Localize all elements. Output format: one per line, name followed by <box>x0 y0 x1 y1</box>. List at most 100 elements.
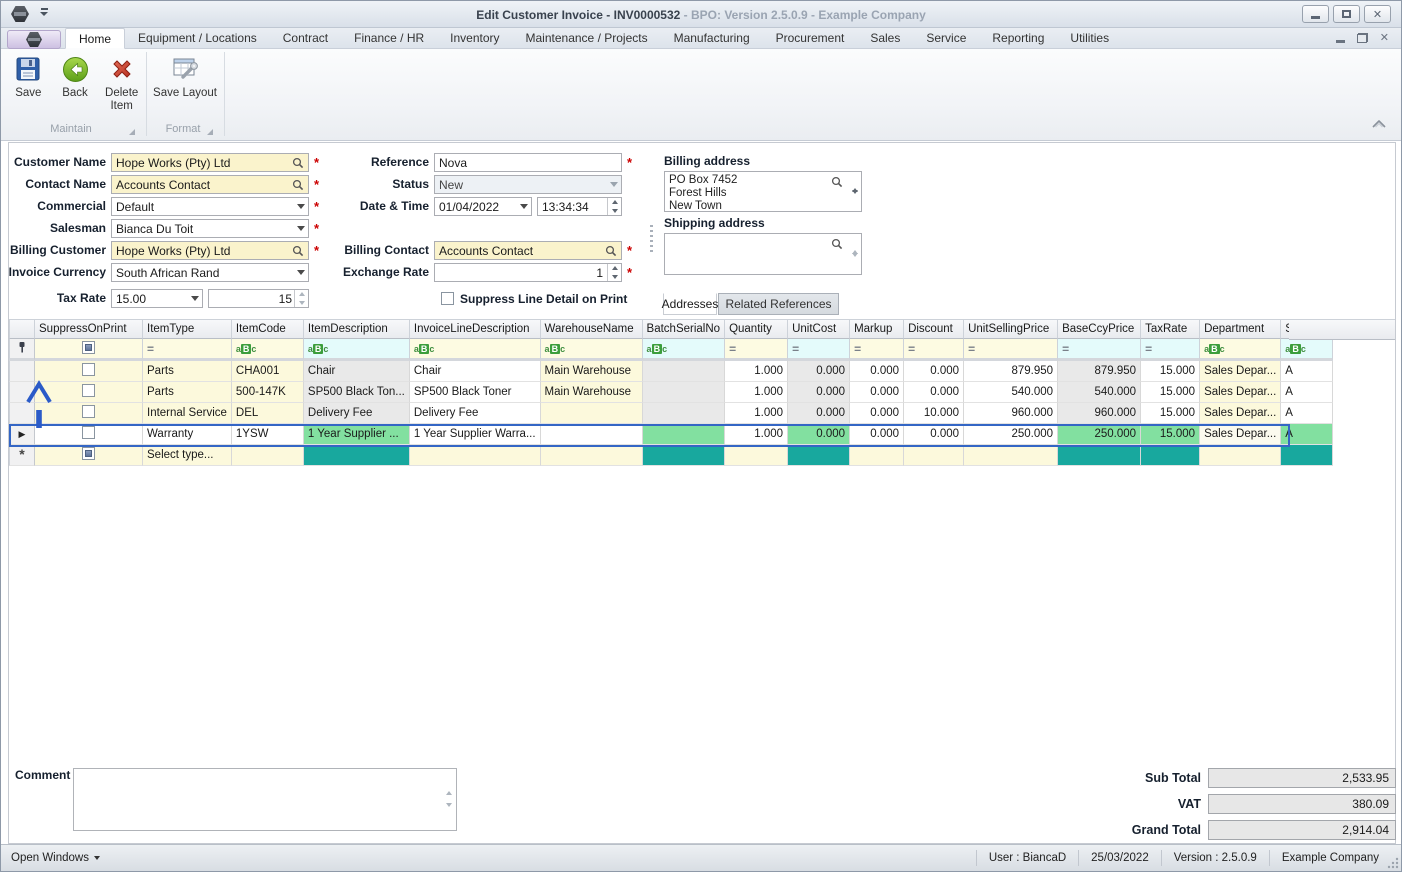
scroll-up-icon[interactable] <box>852 238 858 254</box>
suppress-checkbox-cell[interactable] <box>35 382 143 403</box>
cell-taxrate[interactable]: 15.000 <box>1141 382 1201 403</box>
exchange-rate-spinner[interactable]: 1 <box>434 263 622 282</box>
chevron-down-icon[interactable] <box>187 290 202 307</box>
cell-unitsellingprice[interactable]: 960.000 <box>964 403 1059 424</box>
search-icon[interactable] <box>603 243 619 258</box>
cell-itemcode[interactable]: 1YSW <box>231 424 304 445</box>
filter-itemtype[interactable]: = <box>143 339 232 361</box>
form-splitter-handle[interactable] <box>650 225 653 253</box>
scroll-down-icon[interactable] <box>852 253 858 270</box>
cell-baseccyprice[interactable]: 540.000 <box>1058 382 1142 403</box>
filter-taxrate[interactable]: = <box>1141 339 1201 361</box>
back-button[interactable]: Back <box>54 52 97 116</box>
cell-batchserialno[interactable] <box>642 361 726 382</box>
filter-batchserialno[interactable]: aBc <box>642 339 726 361</box>
spinner-arrows-icon[interactable] <box>294 290 308 307</box>
customer-name-field[interactable]: Hope Works (Pty) Ltd <box>111 153 309 172</box>
cell-itemdescription[interactable] <box>303 445 410 466</box>
chevron-down-icon[interactable] <box>516 198 531 215</box>
maintain-dialog-launcher-icon[interactable] <box>129 129 135 135</box>
search-icon[interactable] <box>829 235 845 253</box>
comment-textarea[interactable] <box>73 768 457 831</box>
filter-suppressonprint[interactable] <box>35 339 143 361</box>
cell-unitcost[interactable]: 0.000 <box>788 403 851 424</box>
shipping-address-box[interactable] <box>664 233 862 275</box>
cell-itemcode[interactable]: DEL <box>231 403 304 424</box>
time-spinner[interactable]: 13:34:34 <box>537 197 622 216</box>
save-layout-button[interactable]: Save Layout <box>153 52 217 116</box>
tax-rate-amount-spinner[interactable]: 15 <box>208 289 309 308</box>
application-button[interactable] <box>7 30 61 49</box>
minimize-button[interactable] <box>1302 5 1329 23</box>
cell-taxrate[interactable]: 15.000 <box>1141 361 1201 382</box>
spinner-arrows-icon[interactable] <box>607 198 621 215</box>
maximize-button[interactable] <box>1333 5 1360 23</box>
cell-discount[interactable]: 0.000 <box>904 361 965 382</box>
tab-reporting[interactable]: Reporting <box>979 28 1057 49</box>
salesman-dropdown[interactable]: Bianca Du Toit <box>111 219 309 238</box>
cell-status[interactable]: A <box>1281 403 1334 424</box>
tab-maintenance-projects[interactable]: Maintenance / Projects <box>513 28 661 49</box>
chevron-down-icon[interactable] <box>293 198 308 215</box>
tax-rate-dropdown[interactable]: 15.00 <box>111 289 203 308</box>
cell-baseccyprice[interactable]: 879.950 <box>1058 361 1142 382</box>
filter-unitcost[interactable]: = <box>788 339 851 361</box>
cell-quantity[interactable]: 1.000 <box>725 361 789 382</box>
cell-markup[interactable]: 0.000 <box>850 424 905 445</box>
cell-markup[interactable]: 0.000 <box>850 361 905 382</box>
contact-name-field[interactable]: Accounts Contact <box>111 175 309 194</box>
suppress-checkbox-cell[interactable] <box>35 361 143 382</box>
suppress-line-detail-checkbox[interactable] <box>441 292 454 305</box>
suppress-checkbox[interactable] <box>82 384 95 397</box>
format-dialog-launcher-icon[interactable] <box>207 129 213 135</box>
cell-unitcost[interactable]: 0.000 <box>788 382 851 403</box>
cell-warehousename[interactable]: Main Warehouse <box>540 382 643 403</box>
col-department[interactable]: Department <box>1200 319 1282 339</box>
cell-batchserialno[interactable] <box>642 445 726 466</box>
filter-markup[interactable]: = <box>850 339 905 361</box>
cell-taxrate[interactable]: 15.000 <box>1141 424 1201 445</box>
cell-itemtype[interactable]: Parts <box>143 361 232 382</box>
cell-invoicelinedescription[interactable]: Chair <box>409 361 541 382</box>
cell-unitsellingprice[interactable]: 250.000 <box>964 424 1059 445</box>
cell-discount[interactable]: 10.000 <box>904 403 965 424</box>
cell-unitsellingprice[interactable]: 540.000 <box>964 382 1059 403</box>
cell-quantity[interactable]: 1.000 <box>725 403 789 424</box>
cell-invoicelinedescription[interactable]: Delivery Fee <box>409 403 541 424</box>
tab-home[interactable]: Home <box>65 28 126 49</box>
cell-baseccyprice[interactable]: 250.000 <box>1058 424 1142 445</box>
col-itemtype[interactable]: ItemType <box>143 319 232 339</box>
cell-itemcode[interactable] <box>231 445 304 466</box>
cell-itemdescription[interactable]: SP500 Black Ton... <box>303 382 410 403</box>
cell-invoicelinedescription[interactable] <box>409 445 541 466</box>
cell-unitcost[interactable]: 0.000 <box>788 361 851 382</box>
col-taxrate[interactable]: TaxRate <box>1141 319 1201 339</box>
cell-batchserialno[interactable] <box>642 403 726 424</box>
filter-quantity[interactable]: = <box>725 339 789 361</box>
cell-status[interactable] <box>1281 445 1334 466</box>
cell-department[interactable]: Sales Depar... <box>1200 403 1282 424</box>
cell-warehousename[interactable] <box>540 403 643 424</box>
cell-department[interactable]: Sales Depar... <box>1200 361 1282 382</box>
scroll-up-icon[interactable] <box>446 774 452 795</box>
suppress-checkbox-cell[interactable] <box>35 445 143 466</box>
tab-manufacturing[interactable]: Manufacturing <box>661 28 763 49</box>
resize-grip-icon[interactable] <box>1387 857 1399 869</box>
suppress-checkbox[interactable] <box>82 363 95 376</box>
cell-itemdescription[interactable]: Delivery Fee <box>303 403 410 424</box>
col-invoicelinedescription[interactable]: InvoiceLineDescription <box>409 319 541 339</box>
filter-warehousename[interactable]: aBc <box>540 339 643 361</box>
scroll-up-icon[interactable] <box>852 176 858 192</box>
cell-quantity[interactable]: 1.000 <box>725 424 789 445</box>
commercial-dropdown[interactable]: Default <box>111 197 309 216</box>
suppress-checkbox[interactable] <box>82 447 95 460</box>
col-unitsellingprice[interactable]: UnitSellingPrice <box>964 319 1059 339</box>
filter-itemdescription[interactable]: aBc <box>303 339 410 361</box>
close-button[interactable]: ✕ <box>1364 5 1391 23</box>
quick-access-dropdown-icon[interactable] <box>39 8 49 20</box>
cell-discount[interactable]: 0.000 <box>904 424 965 445</box>
scroll-down-icon[interactable] <box>446 803 452 825</box>
search-icon[interactable] <box>290 177 306 192</box>
filter-baseccyprice[interactable]: = <box>1058 339 1142 361</box>
filter-department[interactable]: aBc <box>1200 339 1282 361</box>
